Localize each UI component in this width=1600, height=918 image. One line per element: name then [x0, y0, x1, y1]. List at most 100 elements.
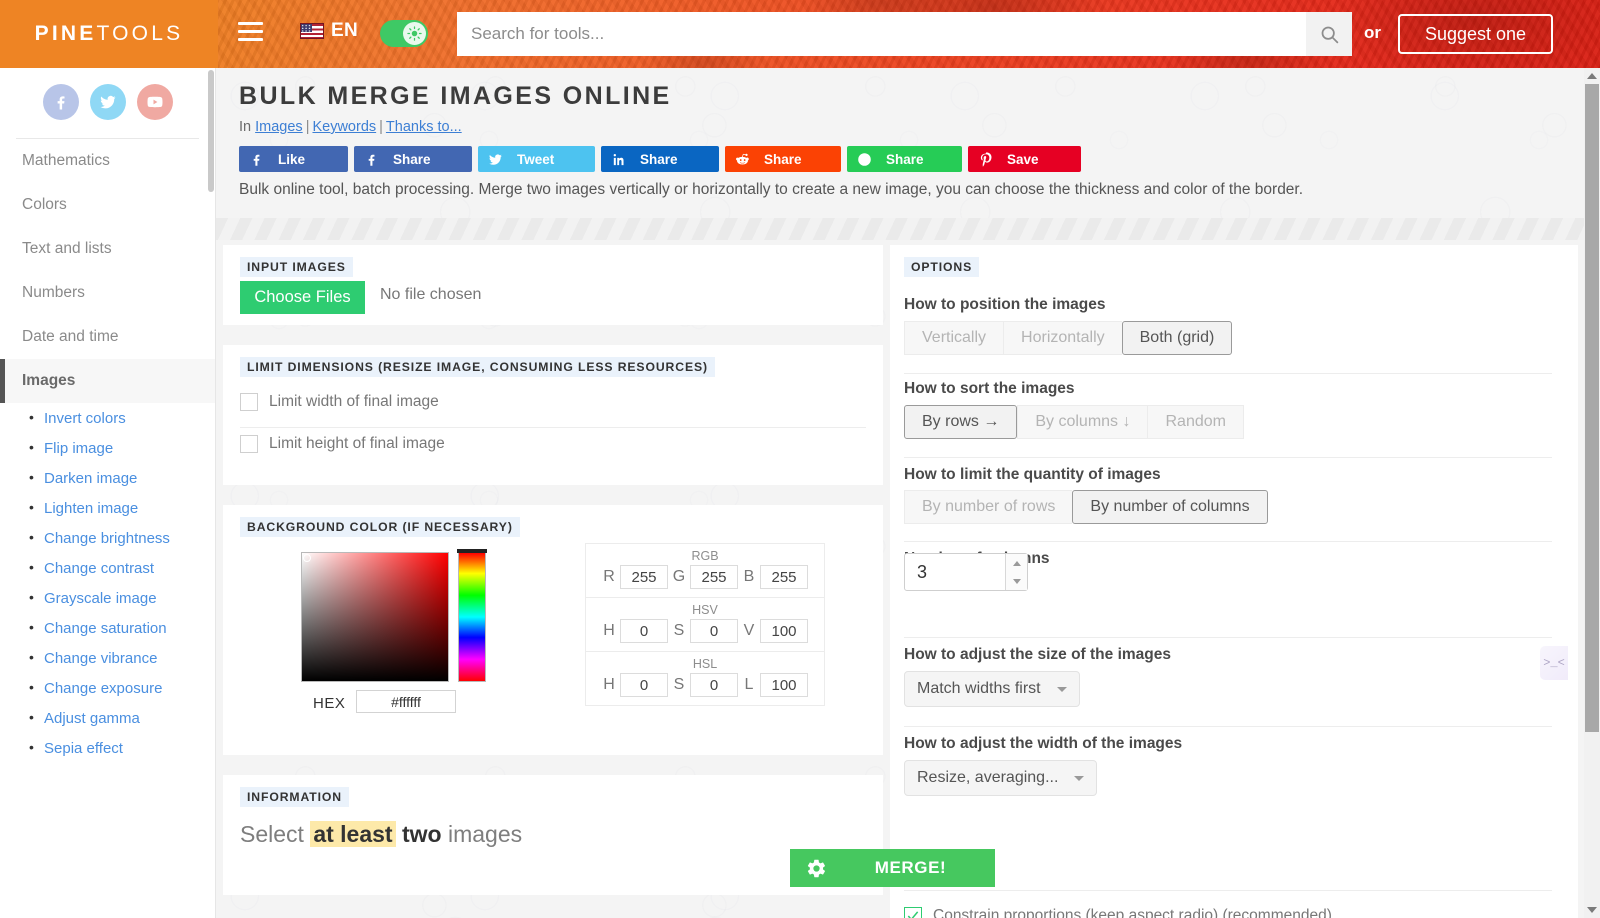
linkedin-share-button[interactable]: Share [601, 146, 719, 172]
divider [904, 373, 1552, 374]
logo-light: TOOLS [97, 22, 184, 45]
limit-height-label: Limit height of final image [269, 435, 445, 453]
sidebar-item-images[interactable]: Images [0, 359, 215, 403]
choose-files-button[interactable]: Choose Files [240, 281, 365, 314]
search-icon[interactable] [1306, 12, 1352, 56]
scroll-down-arrow[interactable] [1584, 902, 1600, 918]
hsv-s-input[interactable] [690, 619, 738, 643]
hue-slider-handle[interactable] [457, 549, 487, 553]
search-bar[interactable] [457, 12, 1352, 56]
constrain-proportions-row[interactable]: Constrain proportions (keep aspect radio… [904, 907, 1332, 918]
checkbox-icon[interactable] [240, 435, 258, 453]
hsl-l-input[interactable] [760, 673, 808, 697]
chevron-up-icon[interactable] [1013, 561, 1021, 566]
sidebar: Mathematics Colors Text and lists Number… [0, 68, 216, 918]
sort-by-rows-button[interactable]: By rows → [904, 405, 1017, 439]
adjust-size-select[interactable]: Match widths first [904, 671, 1080, 707]
options-section-title: OPTIONS [904, 257, 979, 277]
limit-dimensions-section-title: LIMIT DIMENSIONS (RESIZE IMAGE, CONSUMIN… [240, 357, 715, 377]
scrollbar-thumb[interactable] [1585, 84, 1599, 732]
sort-random-button[interactable]: Random [1147, 405, 1243, 439]
sidebar-item-mathematics[interactable]: Mathematics [0, 139, 215, 183]
hamburger-icon[interactable] [238, 22, 264, 46]
page-scrollbar[interactable] [1584, 68, 1600, 918]
b-input[interactable] [760, 565, 808, 589]
sidebar-tool-invert-colors[interactable]: Invert colors [0, 403, 215, 433]
site-logo[interactable]: PINETOOLS [0, 0, 218, 68]
position-vertically-button[interactable]: Vertically [904, 321, 1003, 355]
theme-toggle[interactable] [380, 20, 428, 47]
share-button-label: Share [764, 152, 802, 167]
sort-label: How to sort the images [904, 380, 1075, 398]
pinterest-save-button[interactable]: Save [968, 146, 1081, 172]
by-number-of-rows-button[interactable]: By number of rows [904, 490, 1072, 524]
adjust-width-select[interactable]: Resize, averaging... [904, 760, 1097, 796]
sidebar-tool-change-saturation[interactable]: Change saturation [0, 613, 215, 643]
limit-height-checkbox-row[interactable]: Limit height of final image [240, 435, 445, 453]
hue-slider[interactable] [458, 552, 486, 682]
side-widget-tab[interactable]: >_< [1540, 646, 1568, 680]
sidebar-tool-change-contrast[interactable]: Change contrast [0, 553, 215, 583]
saturation-value-picker[interactable] [301, 552, 449, 682]
sidebar-item-text-and-lists[interactable]: Text and lists [0, 227, 215, 271]
number-of-columns-stepper[interactable]: 3 [904, 553, 1028, 591]
twitter-tweet-button[interactable]: Tweet [478, 146, 595, 172]
language-selector[interactable]: EN [300, 20, 358, 42]
suggest-one-button[interactable]: Suggest one [1398, 14, 1553, 54]
checkbox-checked-icon[interactable] [904, 907, 922, 918]
sidebar-scrollbar[interactable] [208, 70, 214, 192]
position-both-grid-button[interactable]: Both (grid) [1122, 321, 1233, 355]
stepper-arrows[interactable] [1005, 554, 1027, 590]
breadcrumb-link-thanks-to[interactable]: Thanks to... [386, 119, 462, 135]
facebook-like-button[interactable]: Like [239, 146, 348, 172]
scroll-up-arrow[interactable] [1584, 68, 1600, 84]
merge-button[interactable]: MERGE! [790, 849, 995, 887]
breadcrumb-link-keywords[interactable]: Keywords [312, 119, 376, 135]
chevron-down-icon [1057, 687, 1067, 692]
position-horizontally-button[interactable]: Horizontally [1003, 321, 1122, 355]
sidebar-tool-darken-image[interactable]: Darken image [0, 463, 215, 493]
information-card: INFORMATION Select at least two images [223, 775, 883, 895]
rgb-row: RGB R G B [586, 544, 824, 598]
sidebar-item-numbers[interactable]: Numbers [0, 271, 215, 315]
facebook-icon[interactable] [43, 84, 79, 120]
breadcrumb-link-images[interactable]: Images [255, 119, 303, 135]
search-input[interactable] [457, 12, 1306, 56]
background-color-card: BACKGROUND COLOR (IF NECESSARY) HEX RGB … [223, 505, 883, 755]
adjust-size-label: How to adjust the size of the images [904, 646, 1171, 664]
sidebar-item-date-and-time[interactable]: Date and time [0, 315, 215, 359]
hsl-s-input[interactable] [690, 673, 738, 697]
chevron-down-icon[interactable] [1013, 579, 1021, 584]
hsl-h-input[interactable] [620, 673, 668, 697]
by-number-of-columns-button[interactable]: By number of columns [1072, 490, 1267, 524]
reddit-share-button[interactable]: Share [725, 146, 841, 172]
number-of-columns-value[interactable]: 3 [905, 562, 927, 583]
checkbox-icon[interactable] [240, 393, 258, 411]
r-letter: R [602, 568, 616, 586]
sidebar-tool-flip-image[interactable]: Flip image [0, 433, 215, 463]
sidebar-tool-change-exposure[interactable]: Change exposure [0, 673, 215, 703]
r-input[interactable] [620, 565, 668, 589]
hsv-v-letter: V [742, 622, 756, 640]
social-links [0, 68, 215, 120]
sidebar-tool-change-vibrance[interactable]: Change vibrance [0, 643, 215, 673]
picker-cursor [303, 554, 311, 562]
divider [904, 541, 1552, 542]
sidebar-item-colors[interactable]: Colors [0, 183, 215, 227]
sort-by-columns-button[interactable]: By columns ↓ [1017, 405, 1147, 439]
hsv-h-input[interactable] [620, 619, 668, 643]
youtube-icon[interactable] [137, 84, 173, 120]
limit-width-checkbox-row[interactable]: Limit width of final image [240, 393, 439, 411]
sidebar-tool-adjust-gamma[interactable]: Adjust gamma [0, 703, 215, 733]
hex-input[interactable] [356, 690, 456, 713]
whatsapp-share-button[interactable]: Share [847, 146, 962, 172]
sidebar-tool-lighten-image[interactable]: Lighten image [0, 493, 215, 523]
hsv-v-input[interactable] [760, 619, 808, 643]
facebook-share-button[interactable]: Share [354, 146, 472, 172]
g-input[interactable] [690, 565, 738, 589]
twitter-icon[interactable] [90, 84, 126, 120]
sidebar-tool-change-brightness[interactable]: Change brightness [0, 523, 215, 553]
info-text-start: Select [240, 821, 310, 847]
sidebar-tool-grayscale-image[interactable]: Grayscale image [0, 583, 215, 613]
sidebar-tool-sepia-effect[interactable]: Sepia effect [0, 733, 215, 763]
